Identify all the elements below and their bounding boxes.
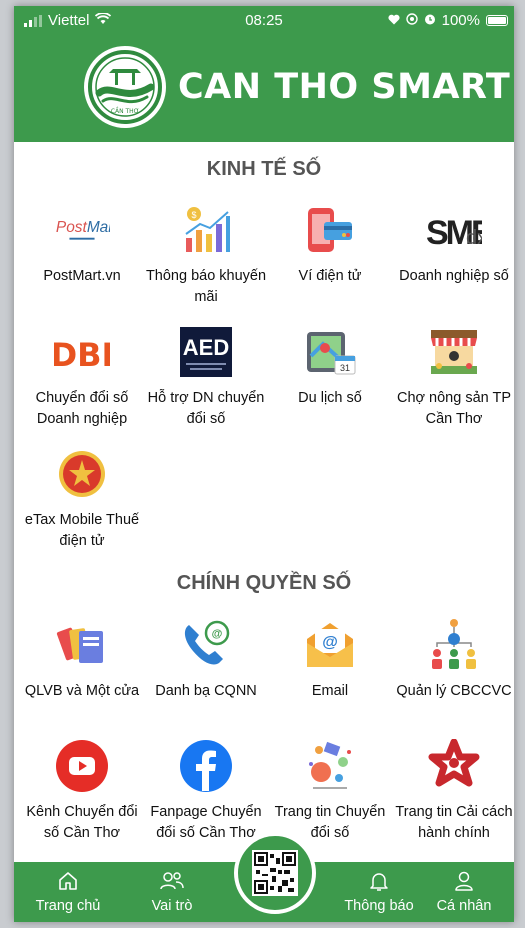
tile-email[interactable]: @ Email <box>268 617 392 702</box>
svg-text:$: $ <box>191 210 196 220</box>
tile-promotion[interactable]: $ Thông báo khuyến mãi <box>144 202 268 308</box>
tile-smedx[interactable]: SME dx Doanh nghiệp số <box>392 202 514 287</box>
e-wallet-icon <box>302 202 358 258</box>
alarm-icon <box>424 12 436 29</box>
tile-facebook[interactable]: Fanpage Chuyển đổi số Cần Thơ <box>144 738 268 844</box>
tile-news[interactable]: Trang tin Chuyển đổi số <box>268 738 392 844</box>
home-icon <box>18 862 118 892</box>
app-title: CAN THO SMART <box>178 67 511 107</box>
battery-icon <box>486 15 508 26</box>
org-chart-icon <box>426 617 482 673</box>
tile-postmart[interactable]: Post Mart PostMart.vn <box>20 202 144 287</box>
tile-label: PostMart.vn <box>43 268 121 284</box>
tile-label: Doanh nghiệp số <box>399 268 509 284</box>
main-content: KINH TẾ SỐ Post Mart PostMart.vn <box>14 142 514 862</box>
youtube-icon <box>54 738 110 794</box>
tile-label: Ví điện tử <box>298 268 362 284</box>
nav-profile[interactable]: Cá nhân <box>414 862 514 922</box>
documents-icon <box>54 617 110 673</box>
tile-label: Email <box>311 683 349 699</box>
qr-scan-button[interactable] <box>234 832 316 914</box>
tile-contacts[interactable]: @ Danh bạ CQNN <box>144 617 268 702</box>
section-title-kinh-te-so: KINH TẾ SỐ <box>206 158 322 180</box>
dbi-icon: DBI <box>54 324 110 380</box>
brand: CẦN THƠ CAN THO SMART <box>84 46 510 128</box>
section-title-chinh-quyen-so: CHÍNH QUYỀN SỐ <box>176 572 352 594</box>
tile-etax[interactable]: eTax Mobile Thuế điện tử <box>20 446 144 552</box>
etax-emblem-icon <box>54 446 110 502</box>
can-tho-logo-icon: CẦN THƠ <box>84 46 166 128</box>
tile-travel[interactable]: 31 Du lịch số <box>268 324 392 409</box>
tile-qlvb[interactable]: QLVB và Một cửa <box>20 617 144 702</box>
svg-text:Mart: Mart <box>87 219 110 236</box>
tile-dbi[interactable]: DBI Chuyển đổi số Doanh nghiệp <box>20 324 144 430</box>
nav-profile-label: Cá nhân <box>436 898 492 914</box>
email-icon: @ <box>302 617 358 673</box>
tile-label: Chuyển đổi số Doanh nghiệp <box>35 390 129 427</box>
tile-cbccvc[interactable]: Quản lý CBCCVC <box>392 617 514 702</box>
promotion-chart-icon: $ <box>178 202 234 258</box>
tile-label: Chợ nông sản TP Cần Thơ <box>396 390 512 427</box>
postmart-icon: Post Mart <box>54 202 110 258</box>
users-icon <box>122 862 222 892</box>
tile-label: Fanpage Chuyển đổi số Cần Thơ <box>150 804 262 841</box>
tile-aed[interactable]: AED Hỗ trợ DN chuyển đổi số <box>144 324 268 430</box>
tile-label: Thông báo khuyến mãi <box>145 268 267 305</box>
svg-text:dx: dx <box>466 227 482 249</box>
svg-text:@: @ <box>212 628 223 640</box>
location-icon <box>405 12 418 29</box>
tile-label: Du lịch số <box>298 390 362 406</box>
tile-reform[interactable]: Trang tin Cải cách hành chính <box>392 738 514 844</box>
facebook-icon <box>178 738 234 794</box>
nav-roles-label: Vai trò <box>151 898 193 914</box>
svg-text:AED: AED <box>183 335 229 360</box>
svg-text:Post: Post <box>56 219 88 236</box>
status-bar: Viettel 08:25 100% <box>14 6 514 34</box>
news-illustration-icon <box>302 738 358 794</box>
tile-label: Danh bạ CQNN <box>155 683 257 699</box>
tile-label: eTax Mobile Thuế điện tử <box>24 512 140 549</box>
heart-icon <box>388 12 400 29</box>
logo-caption: CẦN THƠ <box>111 107 139 115</box>
svg-text:31: 31 <box>340 363 350 373</box>
battery-percent: 100% <box>441 12 480 29</box>
tile-e-wallet[interactable]: Ví điện tử <box>268 202 392 287</box>
tile-label: QLVB và Một cửa <box>24 683 140 699</box>
person-icon <box>414 862 514 892</box>
app-header: Viettel 08:25 100% CẦN THƠ CAN THO SMART <box>14 6 514 142</box>
tile-label: Hỗ trợ DN chuyển đổi số <box>147 390 265 427</box>
market-stall-icon <box>426 324 482 380</box>
smedx-icon: SME dx <box>426 202 482 258</box>
tile-label: Quản lý CBCCVC <box>396 683 512 699</box>
tile-label: Trang tin Cải cách hành chính <box>395 804 513 841</box>
app-screen: Viettel 08:25 100% CẦN THƠ CAN THO SMART… <box>14 6 514 922</box>
reform-star-icon <box>426 738 482 794</box>
svg-text:DBI: DBI <box>54 336 110 374</box>
phone-contacts-icon: @ <box>178 617 234 673</box>
nav-roles[interactable]: Vai trò <box>122 862 222 922</box>
nav-home[interactable]: Trang chủ <box>18 862 118 922</box>
aed-icon: AED <box>178 324 234 380</box>
nav-home-label: Trang chủ <box>35 898 101 914</box>
travel-map-icon: 31 <box>302 324 358 380</box>
tile-label: Kênh Chuyển đổi số Cần Thơ <box>26 804 138 841</box>
qr-code-icon <box>252 850 298 896</box>
tile-youtube[interactable]: Kênh Chuyển đổi số Cần Thơ <box>20 738 144 844</box>
tile-market[interactable]: Chợ nông sản TP Cần Thơ <box>392 324 514 430</box>
svg-text:@: @ <box>322 634 338 651</box>
